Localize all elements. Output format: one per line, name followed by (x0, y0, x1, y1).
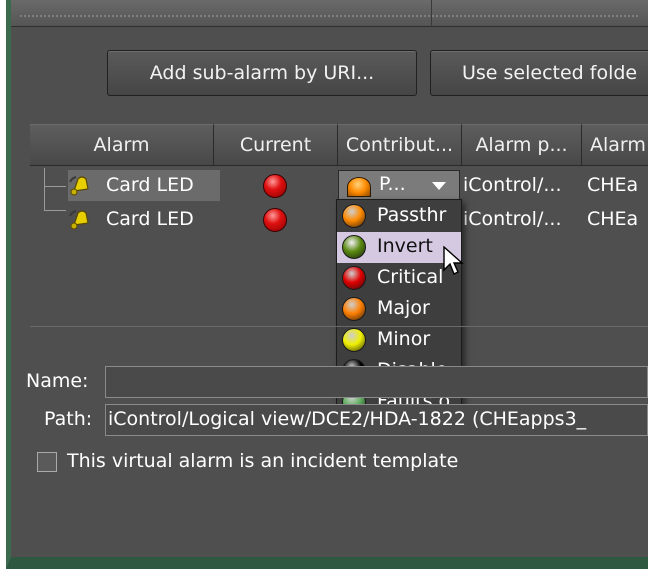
contribution-value: P... (379, 173, 406, 195)
add-sub-alarm-button[interactable]: Add sub-alarm by URI... (107, 50, 417, 96)
dropdown-option-label: Minor (377, 328, 431, 350)
column-header-alarm[interactable]: Alarm (30, 124, 214, 166)
tree-line (44, 210, 66, 211)
alarm-bell-icon (69, 176, 89, 196)
chevron-down-icon (432, 182, 446, 190)
window-frame: Add sub-alarm by URI... Use selected fol… (6, 0, 648, 569)
incident-template-label: This virtual alarm is an incident templa… (67, 450, 459, 472)
severity-dot-icon (342, 235, 366, 259)
dropdown-option-label: Critical (377, 266, 444, 288)
column-header-contribution[interactable]: Contribut... (338, 124, 462, 166)
dropdown-option-passthr[interactable]: Passthr (337, 201, 461, 232)
severity-dot-icon (342, 297, 366, 321)
severity-dot-icon (342, 204, 366, 228)
name-label: Name: (26, 370, 89, 392)
use-selected-folder-button[interactable]: Use selected folde (430, 50, 648, 96)
path-label: Path: (44, 408, 93, 430)
table-cell-alarm-name: CHEa (587, 208, 639, 230)
dropdown-option-label: Invert (377, 235, 433, 257)
table-cell-alarm-name: CHEa (587, 174, 639, 196)
tree-line (44, 186, 66, 187)
table-row-alarm-name[interactable]: Card LED (106, 208, 194, 230)
current-status-led (263, 208, 287, 232)
column-header-alarm-name[interactable]: Alarm (582, 124, 648, 166)
section-divider (30, 326, 648, 327)
severity-dot-icon (342, 328, 366, 352)
mouse-cursor-icon (443, 246, 464, 275)
incident-template-checkbox[interactable] (37, 452, 57, 472)
title-divider (431, 0, 432, 26)
tree-line (44, 168, 45, 210)
dropdown-option-major[interactable]: Major (337, 294, 461, 325)
table-row-alarm-name[interactable]: Card LED (106, 174, 194, 196)
contribution-combobox[interactable]: P... (338, 170, 460, 200)
path-field[interactable]: iControl/Logical view/DCE2/HDA-1822 (CHE… (105, 404, 648, 436)
column-header-current[interactable]: Current (214, 124, 338, 166)
severity-dot-icon (342, 266, 366, 290)
table-cell-alarm-path: iControl/... (463, 208, 562, 230)
current-status-led (263, 174, 287, 198)
dropdown-option-label: Passthr (377, 204, 447, 226)
table-cell-alarm-path: iControl/... (463, 174, 562, 196)
dropdown-option-minor[interactable]: Minor (337, 325, 461, 356)
alarm-bell-icon (69, 210, 89, 230)
contribution-dot-icon (347, 177, 371, 197)
dropdown-option-label: Major (377, 297, 430, 319)
column-header-alarm-path[interactable]: Alarm p... (462, 124, 582, 166)
name-field[interactable] (105, 366, 648, 398)
title-bar-grip (19, 14, 639, 18)
